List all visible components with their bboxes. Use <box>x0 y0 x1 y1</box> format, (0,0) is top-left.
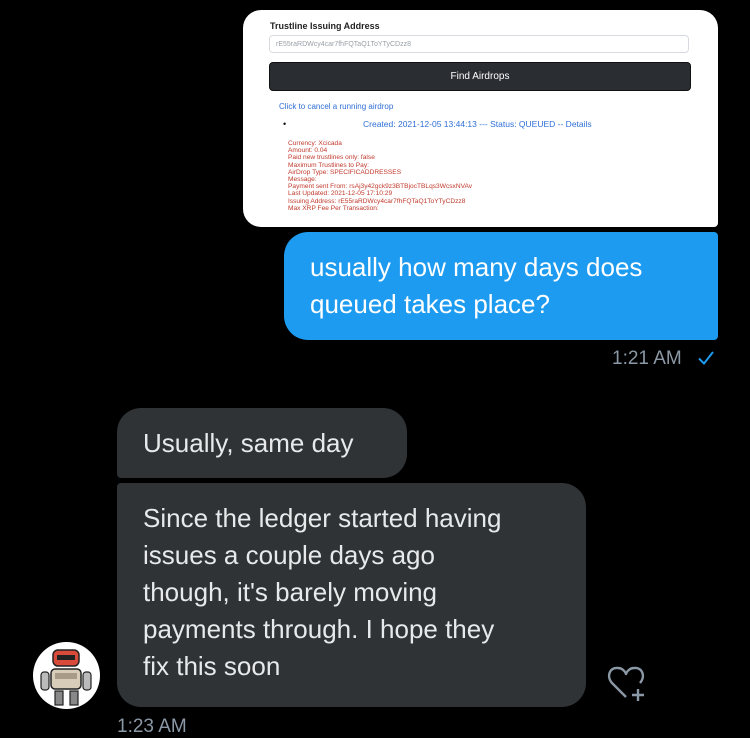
incoming-message-bubble[interactable]: Since the ledger started having issues a… <box>117 483 586 707</box>
trustline-address-label: Trustline Issuing Address <box>270 21 380 31</box>
robot-avatar[interactable] <box>33 642 100 709</box>
outgoing-timestamp: 1:21 AM <box>612 348 682 369</box>
airdrop-status-line: Created: 2021-12-05 13:44:13 --- Status:… <box>363 119 592 129</box>
detail-line: Max XRP Fee Per Transaction: <box>288 204 379 212</box>
outgoing-message-bubble[interactable]: usually how many days does queued takes … <box>284 232 718 340</box>
detail-line: Payment sent From: rsAj3y42gck9z3BTBjocT… <box>288 183 473 191</box>
incoming-timestamp: 1:23 AM <box>117 716 187 737</box>
detail-line: Maximum Trustlines to Pay: <box>288 161 369 169</box>
heart-plus-icon[interactable] <box>605 663 651 703</box>
list-bullet: • <box>283 119 287 129</box>
message-line: issues a couple days ago <box>143 540 435 570</box>
message-line: though, it's barely moving <box>143 577 438 607</box>
message-line: payments through. I hope they <box>143 614 495 644</box>
incoming-message-bubble[interactable]: Usually, same day <box>117 408 407 478</box>
detail-line: Amount: 0.04 <box>288 147 328 155</box>
airdrop-details: Currency: Xcicada Amount: 0.04 Paid new … <box>288 140 472 212</box>
detail-line: Paid new trustlines only: false <box>288 154 375 162</box>
address-field: rE55raRDWcy4car7fhFQTaQ1ToYTyCDzz8 <box>269 35 689 53</box>
detail-line: Last Updated: 2021-12-05 17:10:29 <box>288 190 393 198</box>
cancel-airdrop-link: Click to cancel a running airdrop <box>279 102 394 111</box>
detail-line: Currency: Xcicada <box>288 140 342 147</box>
detail-line: Issuing Address: rE55raRDWcy4car7fhFQTaQ… <box>288 197 466 205</box>
message-line: queued takes place? <box>310 289 550 319</box>
attached-screenshot-image[interactable]: Trustline Issuing Address rE55raRDWcy4ca… <box>243 10 718 227</box>
message-line: usually how many days does <box>310 252 643 282</box>
check-icon <box>697 349 715 372</box>
message-line: Since the ledger started having <box>143 503 502 533</box>
find-airdrops-button: Find Airdrops <box>269 62 691 91</box>
detail-line: AirDrop Type: SPECIFICADDRESSES <box>288 168 402 176</box>
detail-line: Message: <box>288 176 317 184</box>
message-line: fix this soon <box>143 651 281 681</box>
